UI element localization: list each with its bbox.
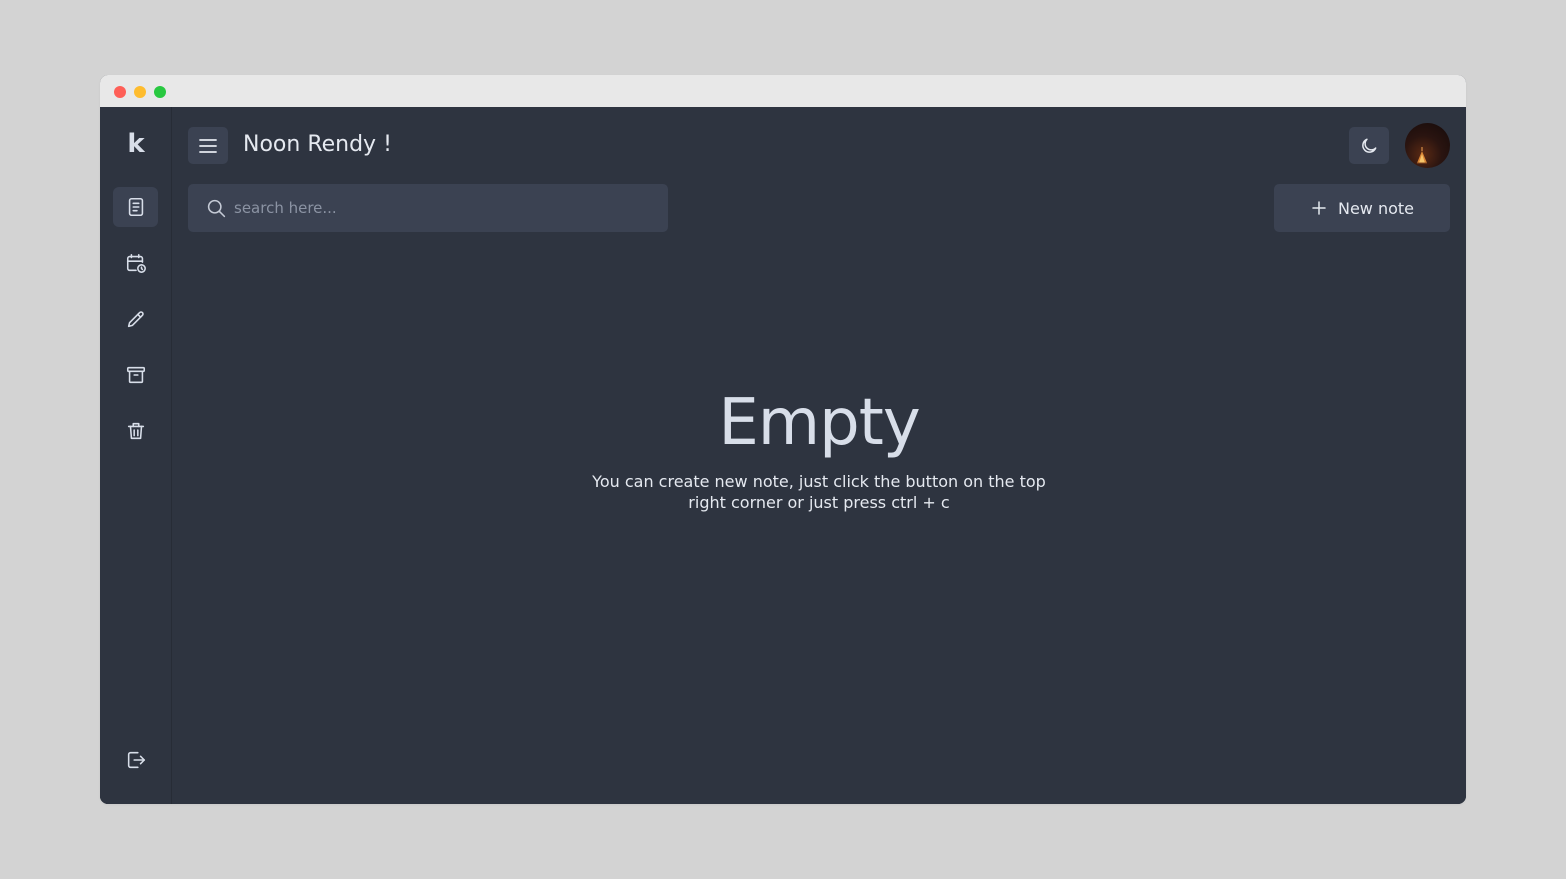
empty-state-description: You can create new note, just click the … [592, 472, 1046, 512]
logout-button[interactable] [113, 740, 158, 780]
close-window-button[interactable] [114, 86, 126, 98]
calendar-clock-icon [126, 253, 146, 273]
new-note-button[interactable]: New note [1274, 184, 1450, 232]
app-body: k Noon Rendy ! search here... New note E… [100, 107, 1466, 804]
sidebar-item-calendar[interactable] [113, 243, 158, 283]
sidebar-item-archive[interactable] [113, 355, 158, 395]
sidebar: k [100, 107, 172, 804]
sidebar-item-trash[interactable] [113, 411, 158, 451]
theme-toggle-button[interactable] [1349, 127, 1389, 164]
maximize-window-button[interactable] [154, 86, 166, 98]
menu-toggle-button[interactable] [188, 127, 228, 164]
main-content: Noon Rendy ! search here... New note Emp… [172, 107, 1466, 804]
app-window: k Noon Rendy ! search here... New note E… [100, 75, 1466, 804]
moon-icon [1362, 138, 1377, 153]
plus-icon [1312, 201, 1326, 215]
new-note-label: New note [1337, 198, 1415, 218]
sidebar-item-edit[interactable] [113, 299, 158, 339]
minimize-window-button[interactable] [134, 86, 146, 98]
sidebar-item-notes[interactable] [113, 187, 158, 227]
avatar-image [1417, 147, 1427, 164]
trash-icon [127, 422, 144, 440]
empty-state: Empty You can create new note, just clic… [172, 383, 1466, 513]
window-titlebar [100, 75, 1466, 107]
search-input[interactable] [234, 184, 654, 232]
hamburger-icon [199, 138, 217, 153]
greeting-title: Noon Rendy ! [243, 132, 392, 157]
document-icon [128, 197, 143, 217]
logout-icon [127, 751, 145, 769]
archive-icon [126, 366, 145, 384]
user-avatar[interactable] [1405, 123, 1450, 168]
pencil-icon [127, 311, 144, 328]
app-logo[interactable]: k [100, 129, 172, 159]
search-icon [207, 199, 226, 218]
empty-state-title: Empty [718, 386, 920, 460]
search-bar [188, 184, 668, 232]
